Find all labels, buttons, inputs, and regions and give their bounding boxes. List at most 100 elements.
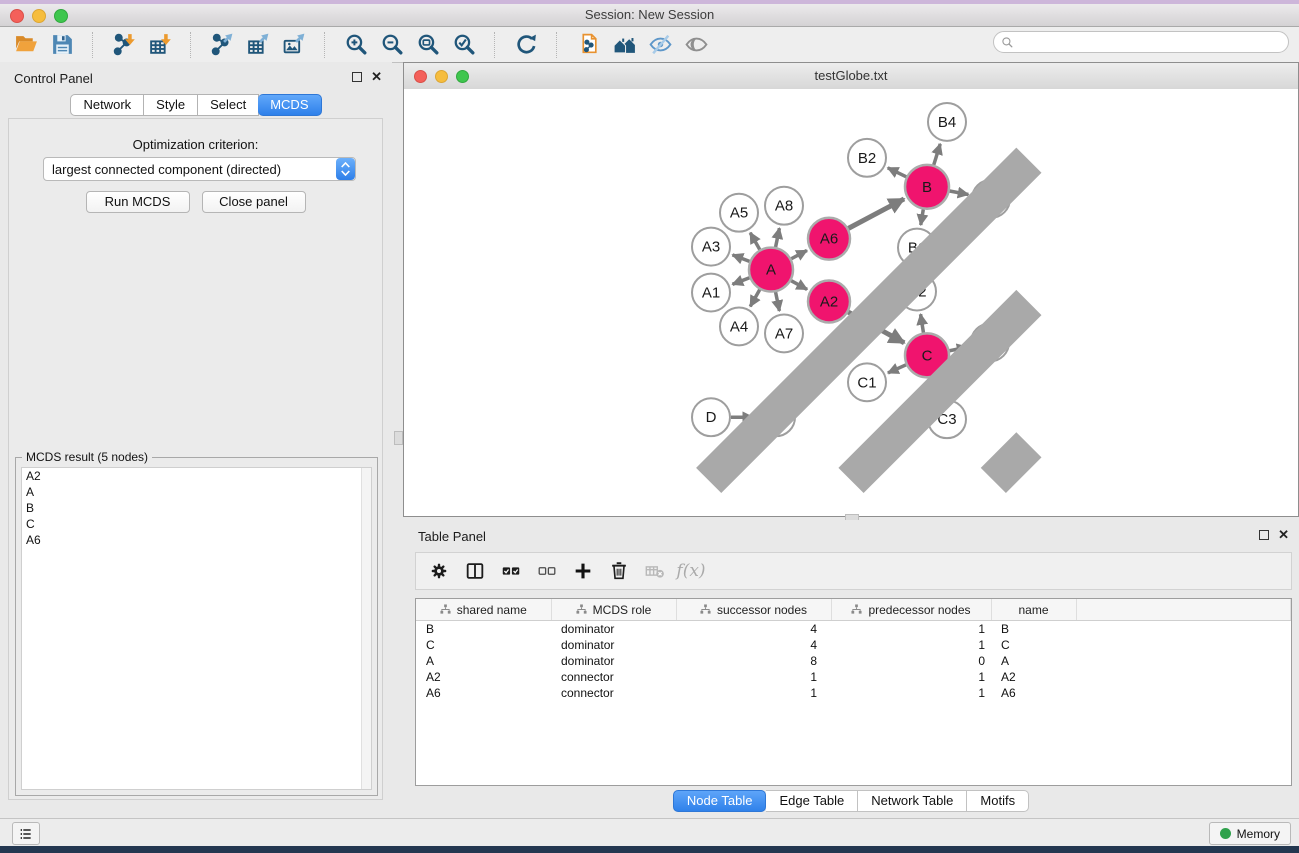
- mcds-result-list[interactable]: A2ABCA6: [21, 467, 372, 790]
- zoom-out-button[interactable]: [374, 31, 410, 59]
- run-mcds-button[interactable]: Run MCDS: [86, 191, 190, 213]
- mcds-result-box: MCDS result (5 nodes) A2ABCA6: [15, 457, 378, 796]
- table-row[interactable]: Cdominator41C: [416, 637, 1291, 653]
- save-session-button[interactable]: [44, 31, 80, 59]
- column-header-successor-nodes[interactable]: successor nodes: [676, 599, 831, 621]
- export-table-button[interactable]: [240, 31, 276, 59]
- tab-network[interactable]: Network: [70, 94, 144, 116]
- toolbar-separator: [556, 32, 558, 58]
- column-header-shared-name[interactable]: shared name: [416, 599, 551, 621]
- apply-function-button: f(x): [676, 556, 706, 586]
- table-settings-icon: [428, 560, 450, 582]
- memory-status-icon: [1220, 828, 1231, 839]
- import-table-button[interactable]: [142, 31, 178, 59]
- show-columns-icon: [464, 560, 486, 582]
- control-panel-title: Control Panel: [14, 71, 93, 86]
- toolbar-separator: [190, 32, 192, 58]
- criterion-select[interactable]: largest connected component (directed): [43, 157, 356, 181]
- mcds-tab-content: Optimization criterion: largest connecte…: [8, 118, 383, 800]
- result-scrollbar[interactable]: [361, 468, 371, 789]
- float-table-panel-icon[interactable]: [1259, 530, 1269, 540]
- tab-mcds[interactable]: MCDS: [258, 94, 321, 116]
- mcds-result-item[interactable]: B: [22, 500, 371, 516]
- delete-table-button: [640, 556, 670, 586]
- network-window-titlebar: testGlobe.txt: [404, 63, 1298, 90]
- node-table[interactable]: shared nameMCDS rolesuccessor nodesprede…: [415, 598, 1292, 786]
- column-type-icon: [576, 604, 587, 615]
- column-header-predecessor-nodes[interactable]: predecessor nodes: [831, 599, 991, 621]
- show-columns-button[interactable]: [460, 556, 490, 586]
- export-network-button[interactable]: [204, 31, 240, 59]
- tab-select[interactable]: Select: [198, 94, 259, 116]
- select-all-checkboxes-button[interactable]: [496, 556, 526, 586]
- apply-function-icon: f(x): [676, 561, 705, 581]
- list-icon: [18, 826, 34, 842]
- mcds-result-item[interactable]: C: [22, 516, 371, 532]
- memory-button[interactable]: Memory: [1209, 822, 1291, 845]
- table-panel-header: Table Panel ✕: [403, 520, 1299, 550]
- table-row[interactable]: A6connector11A6: [416, 685, 1291, 701]
- table-body: Bdominator41BCdominator41CAdominator80AA…: [416, 621, 1291, 702]
- delete-table-icon: [644, 560, 666, 582]
- close-panel-icon[interactable]: ✕: [371, 72, 382, 82]
- vertical-splitter-handle[interactable]: [394, 431, 403, 445]
- delete-column-button[interactable]: [604, 556, 634, 586]
- select-all-checkboxes-icon: [500, 560, 522, 582]
- duplicate-network-button[interactable]: [570, 31, 606, 59]
- refresh-layout-icon: [514, 32, 539, 57]
- tab-style[interactable]: Style: [144, 94, 198, 116]
- open-session-button[interactable]: [8, 31, 44, 59]
- show-graphics-button[interactable]: [678, 31, 714, 59]
- mcds-result-item[interactable]: A6: [22, 532, 371, 548]
- search-input[interactable]: [1018, 32, 1288, 52]
- mcds-result-item[interactable]: A: [22, 484, 371, 500]
- task-history-button[interactable]: [12, 822, 40, 845]
- column-header-name[interactable]: name: [991, 599, 1076, 621]
- column-header-mcds-role[interactable]: MCDS role: [551, 599, 676, 621]
- close-panel-button[interactable]: Close panel: [202, 191, 306, 213]
- tab-edge-table[interactable]: Edge Table: [766, 790, 858, 812]
- open-session-icon: [14, 32, 39, 57]
- float-panel-icon[interactable]: [352, 72, 362, 82]
- add-column-icon: [572, 560, 594, 582]
- table-panel: Table Panel ✕ f(x) shared nameMCDS roles…: [403, 520, 1299, 816]
- deselect-all-checkboxes-button[interactable]: [532, 556, 562, 586]
- deselect-all-checkboxes-icon: [536, 560, 558, 582]
- table-row[interactable]: Adominator80A: [416, 653, 1291, 669]
- refresh-layout-button[interactable]: [508, 31, 544, 59]
- hide-selected-icon: [648, 32, 673, 57]
- table-settings-button[interactable]: [424, 556, 454, 586]
- home-button[interactable]: [606, 31, 642, 59]
- import-network-button[interactable]: [106, 31, 142, 59]
- import-network-icon: [112, 32, 137, 57]
- control-panel-header: Control Panel ✕: [0, 62, 392, 92]
- application-window: Session: New Session Control Panel ✕ Net…: [0, 0, 1299, 853]
- zoom-in-button[interactable]: [338, 31, 374, 59]
- toolbar-separator: [324, 32, 326, 58]
- zoom-selected-button[interactable]: [446, 31, 482, 59]
- tab-network-table[interactable]: Network Table: [858, 790, 967, 812]
- search-field[interactable]: [993, 31, 1289, 53]
- table-row[interactable]: A2connector11A2: [416, 669, 1291, 685]
- network-canvas[interactable]: B4B2BB3A5A8A6A3B1AA1C2A2A4A7C4CC1DD1C3: [404, 89, 1298, 516]
- hide-selected-button[interactable]: [642, 31, 678, 59]
- optimization-criterion-label: Optimization criterion:: [9, 137, 382, 152]
- tab-node-table[interactable]: Node Table: [673, 790, 767, 812]
- zoom-fit-button[interactable]: [410, 31, 446, 59]
- import-table-icon: [148, 32, 173, 57]
- delete-column-icon: [608, 560, 630, 582]
- show-graphics-icon: [684, 32, 709, 57]
- memory-label: Memory: [1237, 827, 1280, 841]
- export-image-button[interactable]: [276, 31, 312, 59]
- export-image-icon: [282, 32, 307, 57]
- resize-grip-icon[interactable]: [404, 89, 1298, 516]
- network-view-window: testGlobe.txt B4B2BB3A5A8A6A3B1AA1C2A2A4…: [403, 62, 1299, 517]
- table-row[interactable]: Bdominator41B: [416, 621, 1291, 638]
- close-table-panel-icon[interactable]: ✕: [1278, 530, 1289, 540]
- home-icon: [612, 32, 637, 57]
- table-header-row[interactable]: shared nameMCDS rolesuccessor nodesprede…: [416, 599, 1291, 621]
- mcds-result-item[interactable]: A2: [22, 468, 371, 484]
- add-column-button[interactable]: [568, 556, 598, 586]
- tab-motifs[interactable]: Motifs: [967, 790, 1029, 812]
- session-title: Session: New Session: [0, 7, 1299, 22]
